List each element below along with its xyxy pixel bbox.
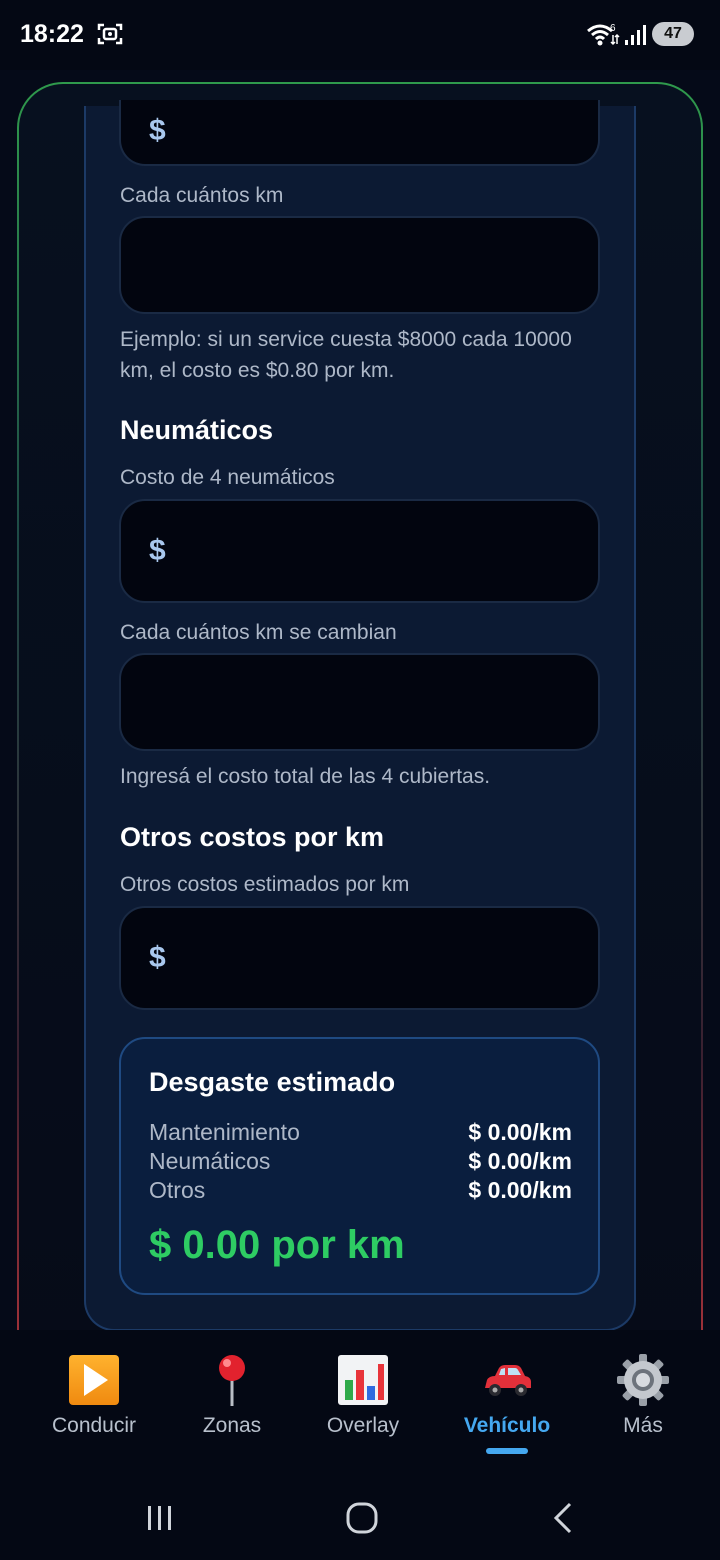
back-icon[interactable] bbox=[544, 1498, 584, 1538]
wear-summary-card: Desgaste estimado Mantenimiento $ 0.00/k… bbox=[119, 1037, 600, 1295]
nav-item-vehiculo[interactable]: Vehículo bbox=[437, 1330, 577, 1470]
summary-row-value: $ 0.00/km bbox=[468, 1148, 572, 1174]
wifi-badge: 6 bbox=[610, 23, 616, 34]
signal-icon bbox=[625, 25, 646, 45]
summary-row-value: $ 0.00/km bbox=[468, 1119, 572, 1145]
nav-item-conducir[interactable]: Conducir bbox=[24, 1330, 164, 1470]
service-cost-field[interactable]: $ bbox=[119, 100, 600, 166]
summary-row-label: Neumáticos bbox=[149, 1148, 271, 1174]
tires-heading: Neumáticos bbox=[120, 415, 274, 445]
bottom-nav: Conducir Zonas Overlay Vehículo Más bbox=[0, 1330, 720, 1470]
summary-row-value: $ 0.00/km bbox=[468, 1177, 572, 1203]
other-costs-label: Otros costos estimados por km bbox=[120, 873, 410, 896]
other-costs-field[interactable]: $ bbox=[119, 906, 600, 1010]
active-tab-indicator bbox=[486, 1448, 528, 1454]
nav-label: Overlay bbox=[326, 1414, 400, 1437]
summary-total: $ 0.00 por km bbox=[149, 1223, 405, 1267]
summary-title: Desgaste estimado bbox=[149, 1067, 396, 1097]
bar-chart-icon bbox=[338, 1355, 388, 1405]
screenshot-icon bbox=[97, 23, 123, 45]
gear-icon bbox=[617, 1354, 669, 1406]
status-time: 18:22 bbox=[20, 20, 84, 48]
summary-row-label: Mantenimiento bbox=[149, 1119, 300, 1145]
home-icon[interactable] bbox=[342, 1498, 382, 1538]
tires-km-label: Cada cuántos km se cambian bbox=[120, 621, 397, 644]
tires-cost-field[interactable]: $ bbox=[119, 499, 600, 603]
nav-item-overlay[interactable]: Overlay bbox=[293, 1330, 433, 1470]
currency-prefix: $ bbox=[149, 114, 166, 147]
nav-item-zonas[interactable]: Zonas bbox=[162, 1330, 302, 1470]
nav-label: Vehículo bbox=[463, 1414, 551, 1437]
recent-apps-icon[interactable] bbox=[140, 1498, 180, 1538]
nav-label: Zonas bbox=[202, 1414, 262, 1437]
service-km-label: Cada cuántos km bbox=[120, 184, 284, 207]
service-km-field[interactable] bbox=[119, 216, 600, 314]
currency-prefix: $ bbox=[149, 941, 166, 974]
other-costs-heading: Otros costos por km bbox=[120, 822, 385, 852]
tires-help-text: Ingresá el costo total de las 4 cubierta… bbox=[120, 765, 491, 788]
battery-indicator: 47 bbox=[652, 22, 694, 46]
car-icon bbox=[485, 1365, 531, 1396]
service-help-text: Ejemplo: si un service cuesta $8000 cada… bbox=[120, 328, 572, 382]
tires-cost-label: Costo de 4 neumáticos bbox=[120, 466, 335, 489]
currency-prefix: $ bbox=[149, 534, 166, 567]
map-pin-icon bbox=[219, 1355, 245, 1406]
nav-label: Conducir bbox=[51, 1414, 137, 1437]
nav-item-mas[interactable]: Más bbox=[573, 1330, 713, 1470]
nav-label: Más bbox=[623, 1414, 663, 1437]
play-button-icon bbox=[69, 1355, 119, 1405]
tires-km-field[interactable] bbox=[119, 653, 600, 751]
summary-row-label: Otros bbox=[149, 1177, 206, 1203]
status-bar: 18:22 6 47 bbox=[0, 0, 720, 70]
system-nav-bar bbox=[0, 1470, 720, 1560]
wifi-icon: 6 bbox=[587, 23, 620, 46]
